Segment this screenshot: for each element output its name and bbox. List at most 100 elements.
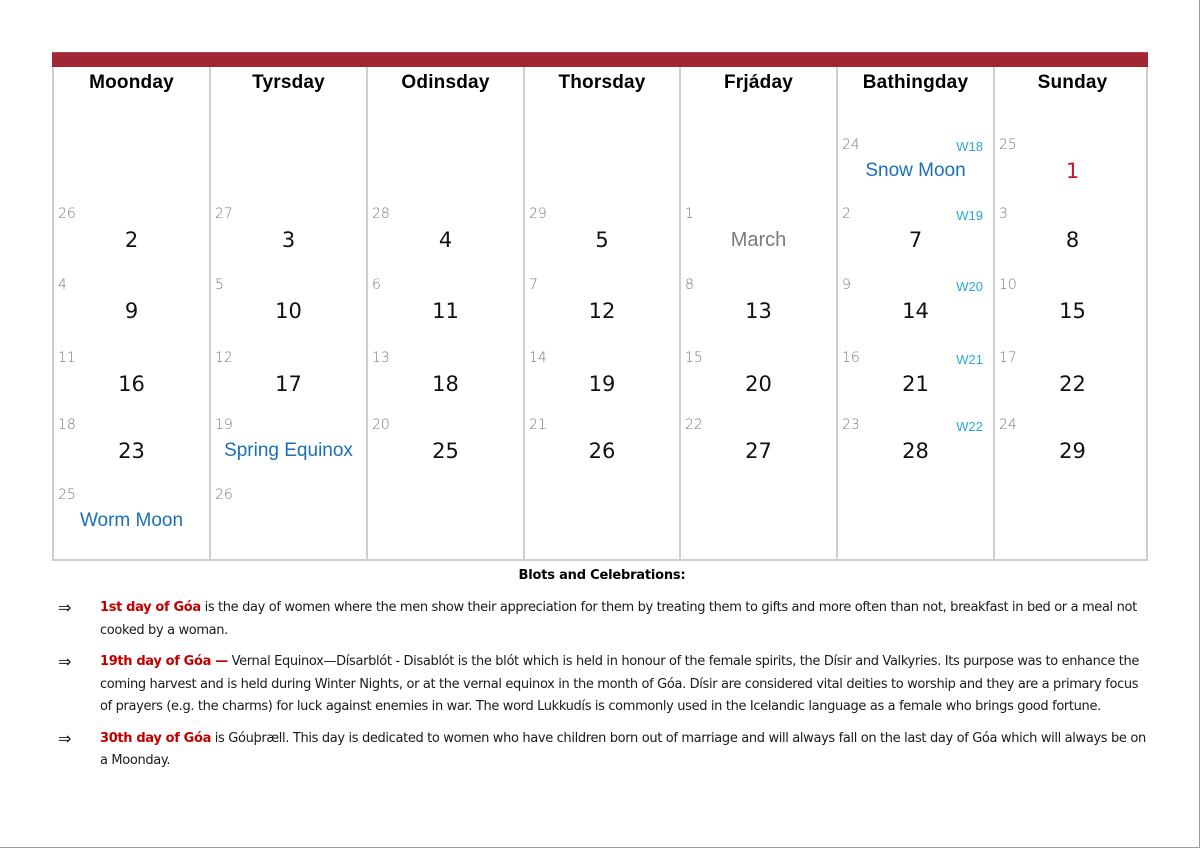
day-number: 5 [595,228,609,252]
week-number: W18 [956,139,983,154]
gregorian-date: 24 [842,137,860,153]
day-column: Bathingday 24 W18 Snow Moon 2 W19 7 9 W20 14 16 W21… [838,67,995,559]
day-cell[interactable]: 19 Spring Equinox [211,417,366,483]
day-cell[interactable]: 21 26 [525,417,679,483]
day-number: 8 [1065,228,1080,252]
day-cell[interactable]: 8 13 [681,277,836,343]
day-cell[interactable]: 9 W20 14 [838,277,993,343]
day-cell[interactable]: 10 15 [995,277,1150,343]
day-cell[interactable]: 11 16 [54,350,209,416]
day-number: 19 [588,372,616,396]
gregorian-date: 28 [372,206,390,222]
day-cell[interactable]: 24 W18 Snow Moon [838,137,993,203]
day-cell[interactable]: 24 29 [995,417,1150,483]
month-label: March [730,229,787,251]
week-number: W20 [956,279,983,294]
gregorian-date: 4 [58,277,67,293]
day-number: 10 [275,299,302,323]
calendar-event: Spring Equinox [224,440,353,461]
day-cell[interactable] [525,137,679,203]
day-number: 22 [1059,372,1086,396]
day-cell[interactable]: 22 27 [681,417,836,483]
gregorian-date: 19 [215,417,233,433]
double-arrow-icon: ⇒ [58,652,72,671]
day-cell[interactable]: 18 23 [54,417,209,483]
day-cell[interactable]: 49 [54,277,209,343]
blots-and-celebrations: Blots and Celebrations: ⇒ 1st day of Góa … [52,568,1152,782]
day-cell[interactable]: 38 [995,206,1150,272]
day-column: Sunday 25 1 3 8 10 15 17 22 24 29 [995,67,1150,559]
day-cell[interactable]: 14 19 [525,350,679,416]
day-cell[interactable]: 2 W19 7 [838,206,993,272]
day-cell[interactable]: 16 W21 21 [838,350,993,416]
day-cell[interactable]: 25 Worm Moon [54,487,209,553]
gregorian-date: 8 [685,277,694,293]
day-number: 9 [124,299,139,323]
day-cell[interactable]: 15 20 [681,350,836,416]
gregorian-date: 11 [58,350,76,366]
day-cell[interactable] [368,137,523,203]
day-cell[interactable]: 6 11 [368,277,523,343]
notes-title: Blots and Celebrations: [518,568,686,583]
day-column: Tyrsday 27 3 5 10 12 17 19 Spring Equinox 26 [211,67,368,559]
day-cell[interactable]: 27 3 [211,206,366,272]
day-cell[interactable]: 13 18 [368,350,523,416]
day-cell[interactable]: 5 10 [211,277,366,343]
day-cell[interactable]: 28 4 [368,206,523,272]
day-number: 16 [118,372,145,396]
day-cell[interactable] [681,487,836,553]
gregorian-date: 26 [58,206,76,222]
day-cell[interactable]: 12 17 [211,350,366,416]
day-cell[interactable] [681,137,836,203]
gregorian-date: 7 [529,277,538,293]
day-header: Odinsday [401,72,490,93]
day-cell[interactable]: 17 22 [995,350,1150,416]
day-cell[interactable]: 1 March [681,206,836,272]
day-cell[interactable]: 29 5 [525,206,679,272]
gregorian-date: 21 [529,417,547,433]
day-header: Moonday [89,72,174,93]
note-highlight: 30th day of Góa [100,730,212,746]
gregorian-date: 17 [999,350,1017,366]
day-cell[interactable]: 25 1 [995,137,1150,203]
gregorian-date: 16 [842,350,860,366]
day-cell[interactable]: 23 W22 28 [838,417,993,483]
day-cell[interactable] [525,487,679,553]
day-header: Tyrsday [252,72,325,93]
gregorian-date: 14 [529,350,547,366]
gregorian-date: 15 [685,350,703,366]
double-arrow-icon: ⇒ [58,598,72,617]
day-header: Sunday [1037,72,1108,93]
note-highlight: 19th day of Góa — [100,654,228,669]
gregorian-date: 24 [999,417,1017,433]
gregorian-date: 2 [842,206,851,222]
gregorian-date: 26 [215,487,233,503]
day-cell[interactable] [838,487,993,553]
note-item: ⇒ 19th day of Góa — Vernal Equinox—Dísarb… [52,651,1152,719]
note-item: ⇒ 1st day of Góa is the day of women wher… [52,597,1152,642]
day-cell[interactable]: 20 25 [368,417,523,483]
day-cell[interactable]: 26 [211,487,366,553]
day-cell[interactable] [995,487,1150,553]
gregorian-date: 5 [215,277,224,293]
week-number: W22 [956,419,983,434]
day-cell[interactable] [211,137,366,203]
day-cell[interactable] [54,137,209,203]
day-cell[interactable]: 26 2 [54,206,209,272]
day-cell[interactable] [368,487,523,553]
day-number: 13 [745,299,772,323]
day-number: 25 [432,439,459,463]
day-number: 27 [745,439,772,463]
day-number: 29 [1059,439,1086,463]
note-text: Vernal Equinox—Dísarblót - Disablót is t… [100,654,1140,714]
day-header: Frjáday [724,72,793,93]
day-cell[interactable]: 7 12 [525,277,679,343]
gregorian-date: 29 [529,206,547,222]
day-number: 7 [908,228,923,252]
day-number: 14 [902,299,929,323]
day-number: 12 [588,299,616,323]
calendar-event: Snow Moon [865,160,966,181]
gregorian-date: 1 [685,206,694,222]
gregorian-date: 6 [372,277,381,293]
day-column: Moonday 26 2 4 9 11 16 18 23 25 Worm Moon [54,67,211,559]
